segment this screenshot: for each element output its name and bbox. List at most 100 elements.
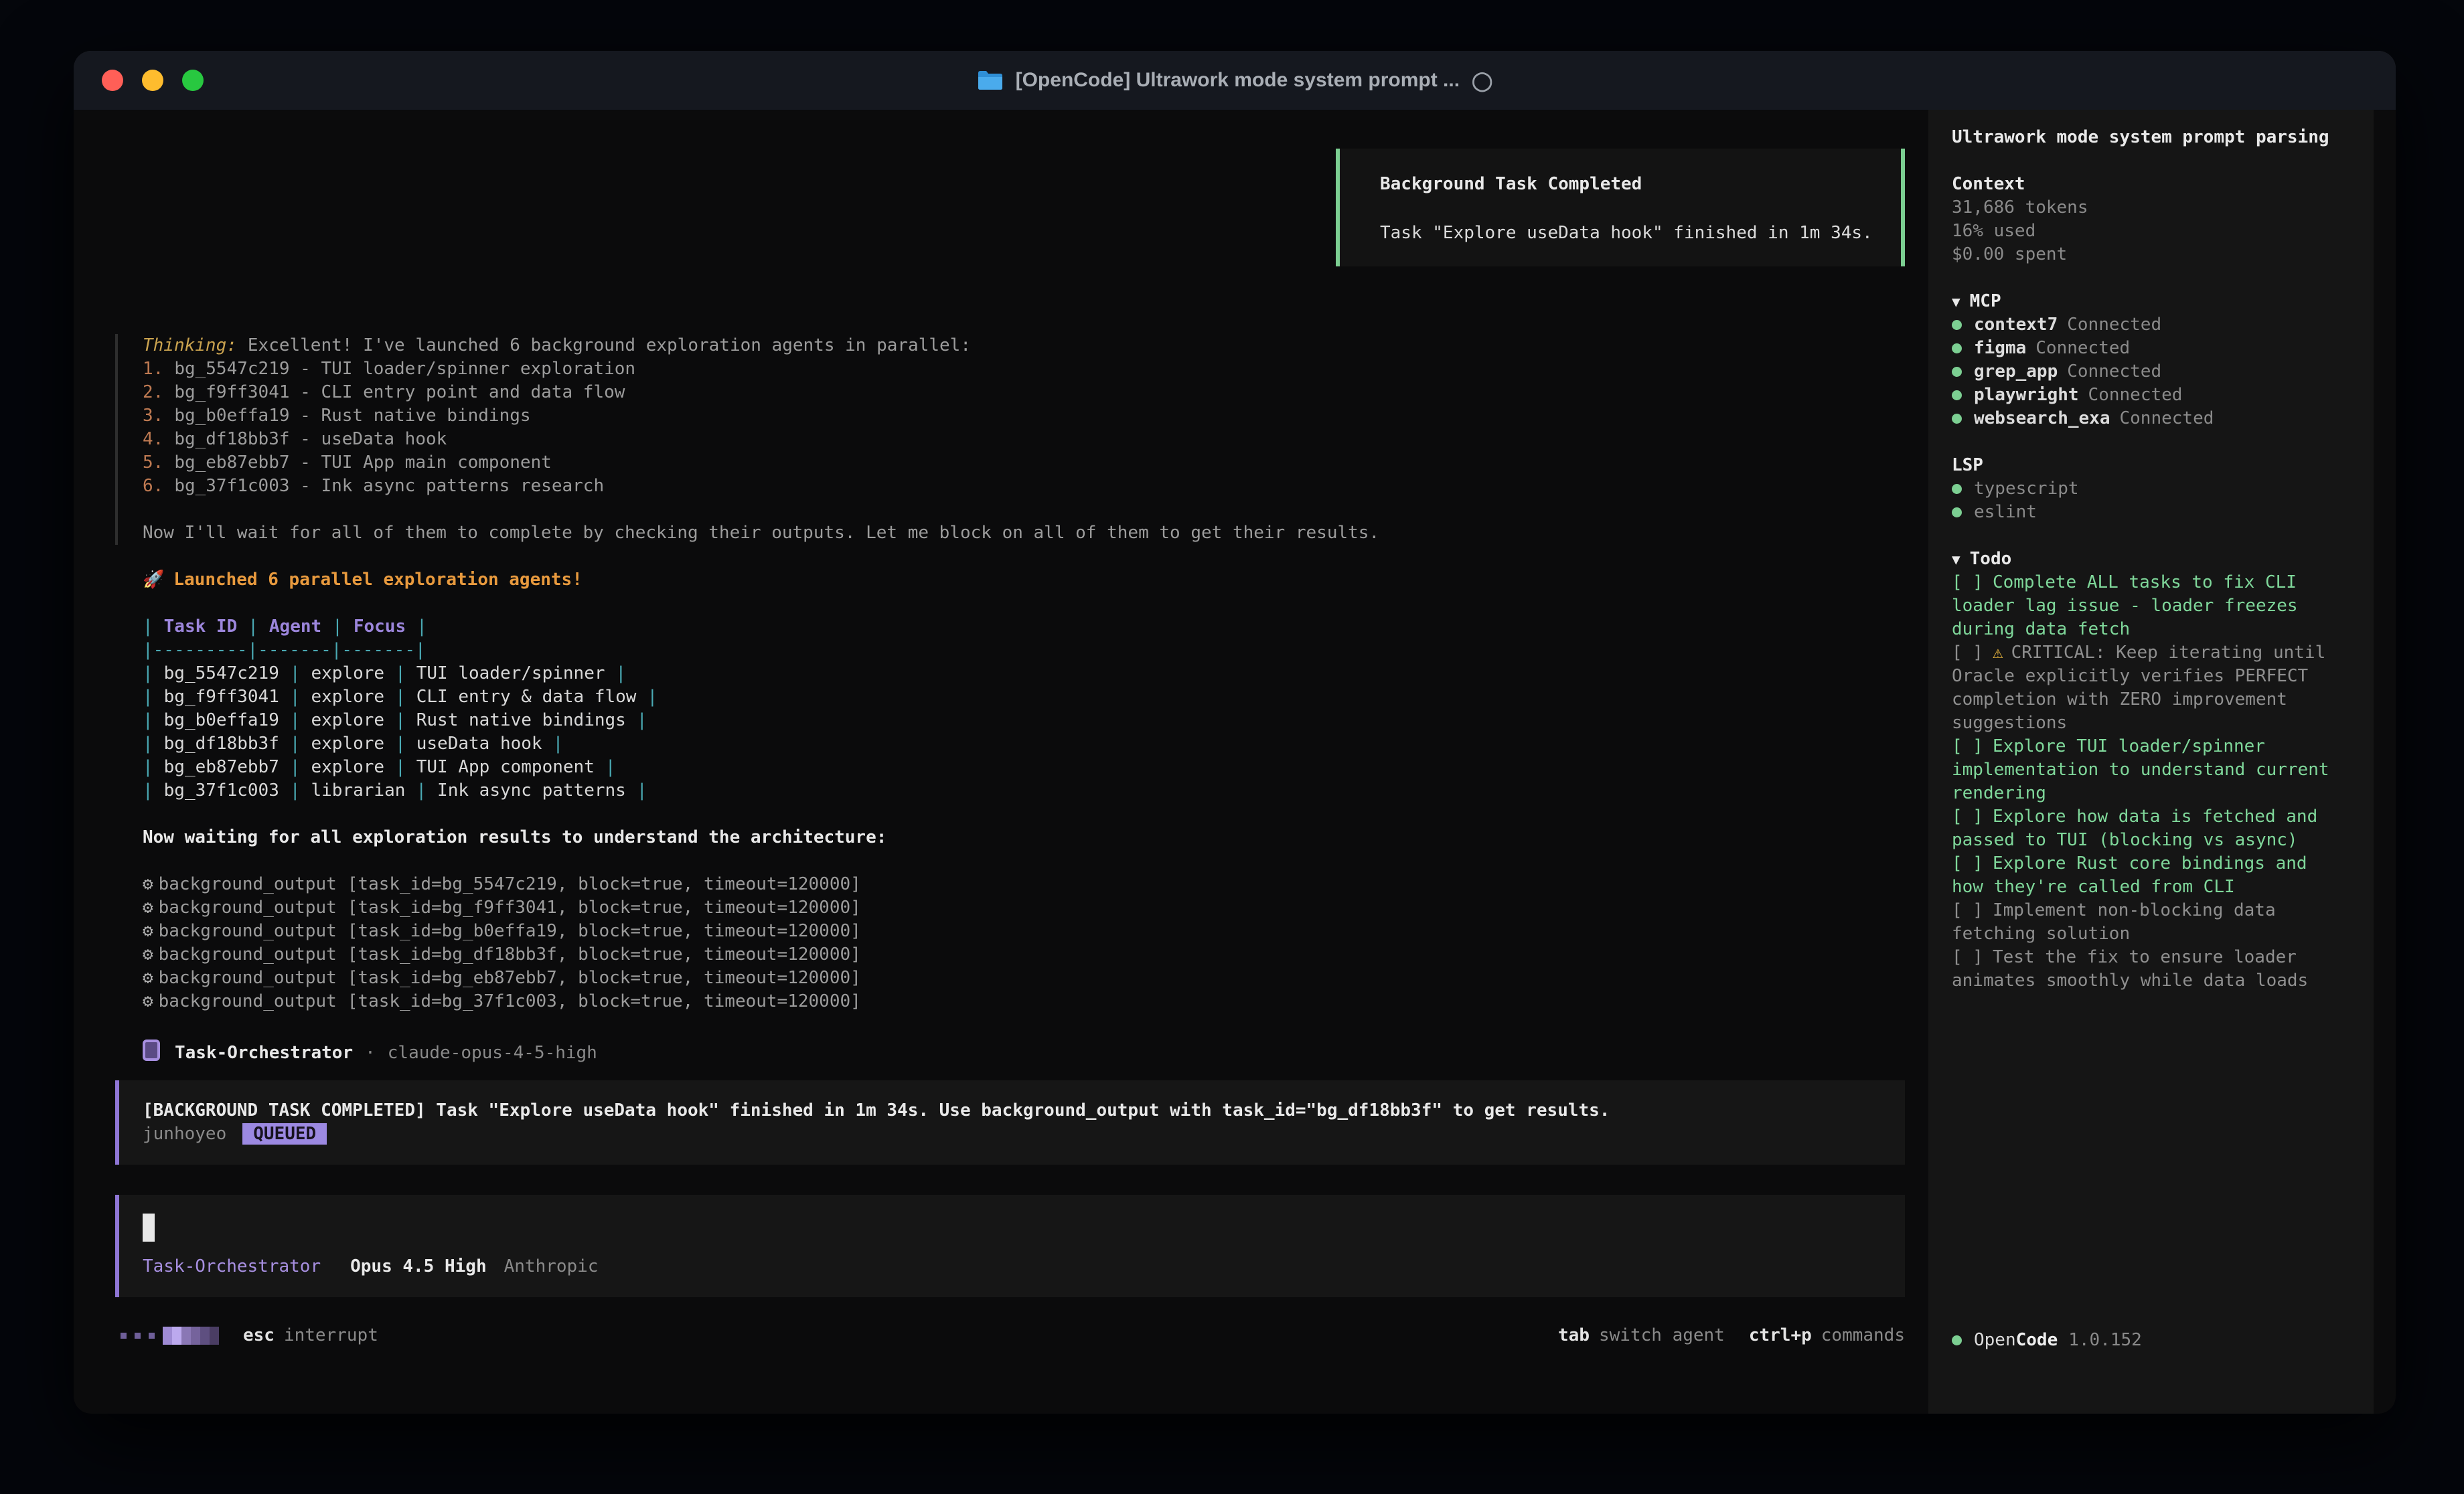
tool-args: [task_id=bg_eb87ebb7, block=true, timeou…	[348, 968, 861, 988]
table-header-agent: Agent	[269, 616, 321, 637]
thinking-item: 5.bg_eb87ebb7 - TUI App main component	[118, 451, 1905, 475]
tool-call-line: ⚙background_output[task_id=bg_37f1c003, …	[115, 990, 1905, 1013]
thinking-list: 1.bg_5547c219 - TUI loader/spinner explo…	[118, 357, 1905, 498]
esc-key-label: interrupt	[284, 1324, 378, 1347]
mcp-item: playwrightConnected	[1952, 384, 2348, 407]
thinking-label: Thinking:	[143, 335, 237, 355]
transcript-line	[115, 123, 1905, 147]
status-right: tab switch agent ctrl+p commands	[1558, 1324, 1905, 1347]
prompt-input-panel[interactable]: Task-Orchestrator Opus 4.5 High Anthropic	[115, 1195, 1905, 1297]
todo-item: [ ]Complete ALL tasks to fix CLI loader …	[1952, 571, 2348, 641]
chevron-down-icon: ▼	[1952, 552, 1960, 568]
sidebar[interactable]: Ultrawork mode system prompt parsing Con…	[1928, 110, 2374, 1414]
tool-call-line: ⚙background_output[task_id=bg_eb87ebb7, …	[115, 967, 1905, 990]
ctrlp-key-hint: ctrl+p	[1749, 1324, 1812, 1347]
tab-key-hint: tab	[1558, 1324, 1590, 1347]
input-model-name[interactable]: Opus 4.5 High	[350, 1256, 487, 1276]
message-meta: junhoyeoQUEUED	[119, 1123, 1905, 1146]
brand-name: Open	[1974, 1330, 2016, 1350]
input-provider-name: Anthropic	[504, 1256, 599, 1276]
agent-model: claude-opus-4-5-high	[388, 1043, 597, 1063]
input-agent-name[interactable]: Task-Orchestrator	[143, 1256, 321, 1276]
transcript-line	[115, 264, 1905, 287]
ctrlp-key-label: commands	[1821, 1324, 1905, 1347]
thinking-intro-text: Excellent! I've launched 6 background ex…	[248, 335, 971, 355]
mcp-section-header[interactable]: ▼MCP	[1952, 290, 2348, 313]
thinking-item: 3.bg_b0effa19 - Rust native bindings	[118, 404, 1905, 428]
todo-section-header[interactable]: ▼Todo	[1952, 548, 2348, 571]
transcript-line	[115, 287, 1905, 311]
table-row: |bg_eb87ebb7|explore|TUI App component|	[115, 756, 1905, 779]
lsp-list: typescripteslint	[1952, 477, 2348, 524]
checkbox-icon: [ ]	[1952, 947, 1983, 967]
background-task-message: [BACKGROUND TASK COMPLETED] Task "Explor…	[115, 1080, 1905, 1165]
checkbox-icon: [ ]	[1952, 736, 1983, 756]
queued-badge: QUEUED	[242, 1123, 327, 1145]
thinking-item: 2.bg_f9ff3041 - CLI entry point and data…	[118, 381, 1905, 404]
table-row: |bg_f9ff3041|explore|CLI entry & data fl…	[115, 685, 1905, 709]
traffic-lights	[102, 51, 204, 110]
agent-separator: ·	[365, 1043, 376, 1063]
tool-name: background_output	[159, 921, 337, 941]
minimize-button[interactable]	[142, 70, 163, 91]
mcp-item: websearch_exaConnected	[1952, 407, 2348, 430]
status-bar: esc interrupt tab switch agent ctrl+p co…	[115, 1324, 1905, 1347]
gear-icon: ⚙	[143, 921, 153, 941]
table-row: |bg_df18bb3f|explore|useData hook|	[115, 732, 1905, 756]
table-header-focus: Focus	[354, 616, 406, 637]
connected-dot-icon	[1952, 390, 1962, 400]
agent-name: Task-Orchestrator	[175, 1043, 353, 1063]
warning-icon: ⚠	[1993, 643, 2003, 663]
tool-name: background_output	[159, 898, 337, 918]
connected-dot-icon	[1952, 484, 1962, 494]
table-header-row: |Task ID|Agent|Focus|	[115, 615, 1905, 639]
session-title: Ultrawork mode system prompt parsing	[1952, 126, 2348, 149]
thinking-item: 4.bg_df18bb3f - useData hook	[118, 428, 1905, 451]
agent-header: Task-Orchestrator · claude-opus-4-5-high	[115, 1037, 1905, 1060]
transcript-area[interactable]: Thinking: Excellent! I've launched 6 back…	[115, 110, 1905, 1414]
announcement-line: 🚀Launched 6 parallel exploration agents!	[115, 568, 1905, 592]
window-title-group: [OpenCode] Ultrawork mode system prompt …	[977, 69, 1493, 92]
title-status-icon: ◯	[1472, 70, 1492, 92]
announcement-text: Launched 6 parallel exploration agents!	[173, 570, 582, 590]
mcp-item: figmaConnected	[1952, 337, 2348, 360]
toast-notification[interactable]: Background Task Completed Task "Explore …	[1336, 149, 1905, 266]
table-row: |bg_37f1c003|librarian|Ink async pattern…	[115, 779, 1905, 803]
context-spent: $0.00 spent	[1952, 243, 2348, 266]
todo-item: [ ]Explore TUI loader/spinner implementa…	[1952, 735, 2348, 805]
table-separator-row: |---------|-------|-------|	[115, 639, 1905, 662]
message-text: [BACKGROUND TASK COMPLETED] Task "Explor…	[119, 1099, 1905, 1123]
text-cursor[interactable]	[143, 1214, 155, 1242]
tool-call-line: ⚙background_output[task_id=bg_b0effa19, …	[115, 920, 1905, 943]
thinking-item: 1.bg_5547c219 - TUI loader/spinner explo…	[118, 357, 1905, 381]
esc-key-hint: esc	[243, 1324, 275, 1347]
context-heading: Context	[1952, 173, 2348, 196]
zoom-button[interactable]	[182, 70, 204, 91]
toast-body: Task "Explore useData hook" finished in …	[1380, 222, 1901, 245]
todo-item: [ ]Explore Rust core bindings and how th…	[1952, 852, 2348, 899]
tool-args: [task_id=bg_37f1c003, block=true, timeou…	[348, 991, 861, 1011]
todo-item: [ ]Implement non-blocking data fetching …	[1952, 899, 2348, 946]
app-window: [OpenCode] Ultrawork mode system prompt …	[74, 51, 2396, 1414]
tab-key-label: switch agent	[1599, 1324, 1725, 1347]
tool-name: background_output	[159, 991, 337, 1011]
mcp-item: context7Connected	[1952, 313, 2348, 337]
connected-dot-icon	[1952, 320, 1962, 330]
tool-name: background_output	[159, 874, 337, 894]
checkbox-icon: [ ]	[1952, 900, 1983, 920]
lsp-item: eslint	[1952, 501, 2348, 524]
online-dot-icon	[1952, 1335, 1962, 1345]
tool-args: [task_id=bg_df18bb3f, block=true, timeou…	[348, 944, 861, 965]
thinking-item: 6.bg_37f1c003 - Ink async patterns resea…	[118, 475, 1905, 498]
tool-call-list: ⚙ background_output [task_id=bg_5547c219, …	[115, 873, 1905, 1013]
lsp-heading: LSP	[1952, 454, 2348, 477]
connected-dot-icon	[1952, 507, 1962, 517]
chevron-down-icon: ▼	[1952, 294, 1960, 310]
tool-args: [task_id=bg_5547c219, block=true, timeou…	[348, 874, 861, 894]
close-button[interactable]	[102, 70, 123, 91]
app-version: 1.0.152	[2068, 1330, 2142, 1350]
todo-item: [ ]Explore how data is fetched and passe…	[1952, 805, 2348, 852]
tool-call-line: ⚙background_output[task_id=bg_df18bb3f, …	[115, 943, 1905, 967]
tool-args: [task_id=bg_f9ff3041, block=true, timeou…	[348, 898, 861, 918]
waiting-line: Now waiting for all exploration results …	[115, 826, 1905, 849]
